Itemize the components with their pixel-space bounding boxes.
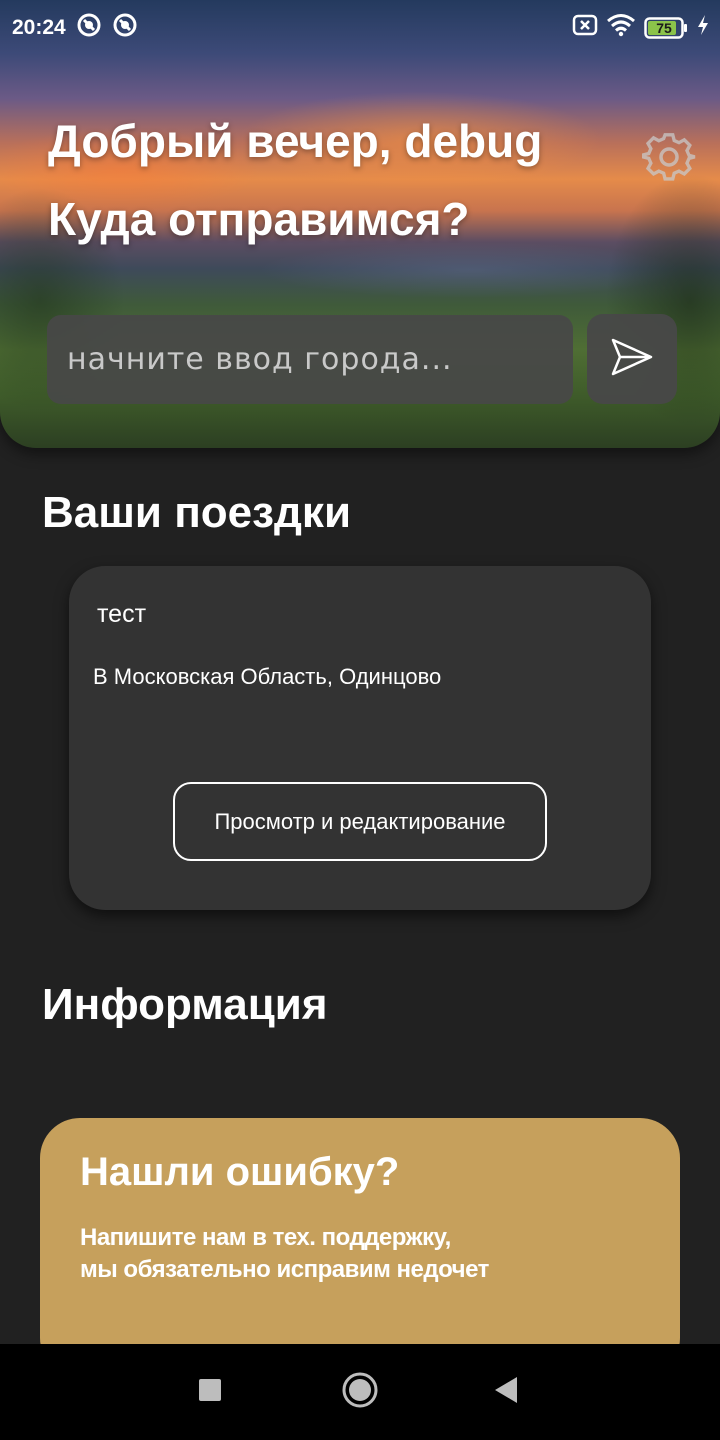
battery-icon: 75: [644, 17, 688, 39]
trip-name: тест: [97, 600, 147, 628]
city-search-input[interactable]: [47, 315, 573, 404]
system-nav-bar: [0, 1344, 720, 1440]
destination-question: Куда отправимся?: [48, 193, 470, 245]
bug-card-line: мы обязательно исправим недочет: [80, 1256, 489, 1283]
view-edit-trip-button[interactable]: Просмотр и редактирование: [173, 782, 547, 861]
bug-card-title: Нашли ошибку?: [80, 1150, 400, 1194]
back-icon: [493, 1376, 519, 1409]
recent-apps-icon: [198, 1378, 222, 1407]
trip-location: В Московская Область, Одинцово: [93, 664, 442, 689]
app-notification-icon: [76, 12, 102, 44]
trips-section-title: Ваши поездки: [42, 488, 351, 537]
trip-card: тест В Московская Область, Одинцово Прос…: [69, 566, 651, 910]
home-button[interactable]: [312, 1344, 408, 1440]
send-icon: [610, 337, 654, 382]
sim-disabled-icon: [572, 14, 598, 42]
recent-apps-button[interactable]: [162, 1344, 258, 1440]
bug-card-line: Напишите нам в тех. поддержку,: [80, 1224, 451, 1251]
wifi-icon: [606, 13, 636, 43]
home-icon: [341, 1371, 379, 1414]
charging-icon: [696, 14, 710, 42]
status-time: 20:24: [12, 16, 66, 39]
report-bug-card[interactable]: Нашли ошибку? Напишите нам в тех. поддер…: [40, 1118, 680, 1378]
app-screen: 20:24 75 Добрый вечер, debug Куда отправ…: [0, 0, 720, 1440]
battery-level: 75: [656, 20, 672, 36]
back-button[interactable]: [458, 1344, 554, 1440]
status-bar: 20:24 75: [0, 0, 720, 56]
send-button[interactable]: [587, 314, 677, 404]
gear-icon: [641, 130, 696, 189]
greeting-title: Добрый вечер, debug: [48, 115, 543, 167]
info-section-title: Информация: [42, 980, 328, 1029]
app-notification-icon: [112, 12, 138, 44]
bug-card-text: Напишите нам в тех. поддержку, мы обязат…: [80, 1222, 640, 1286]
settings-button[interactable]: [640, 130, 698, 188]
